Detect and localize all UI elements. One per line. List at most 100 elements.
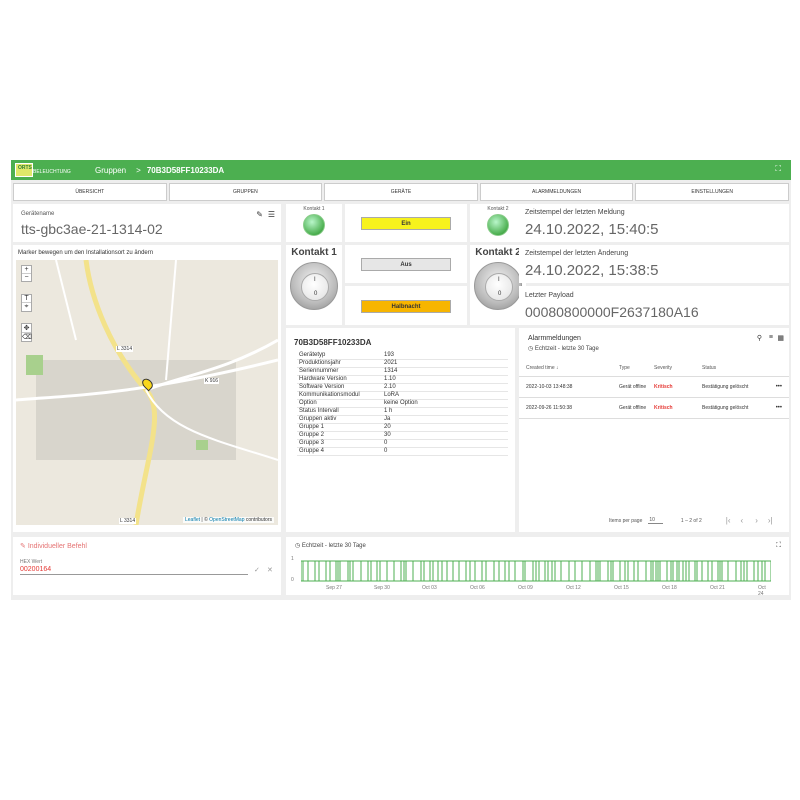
edit-toolbar: ✥ ⌫: [21, 323, 32, 342]
kontakt1-label: Kontakt 1: [303, 206, 325, 212]
ein-button[interactable]: Ein: [361, 217, 451, 230]
fullscreen-icon[interactable]: ⛶: [775, 164, 781, 174]
timeline-tick-label: Sep 30: [374, 585, 390, 591]
alarms-title: Alarmmeldungen: [528, 335, 581, 342]
info-row: Status Intervall 1 h: [297, 407, 508, 416]
columns-icon[interactable]: ▦: [777, 334, 784, 342]
eraser-tool-icon[interactable]: ⌫: [22, 332, 32, 341]
halbnacht-button[interactable]: Halbnacht: [361, 300, 451, 313]
kontakt1-lamp-card: Kontakt 1: [286, 204, 342, 242]
col-severity[interactable]: Severity: [654, 365, 702, 371]
kontakt2-status-lamp: [487, 214, 509, 236]
timeline-y-top: 1: [291, 556, 294, 562]
last-change-label: Zeitstempel der letzten Änderung: [525, 250, 629, 257]
logo-text-short: ORTS: [18, 165, 32, 171]
osm-link[interactable]: OpenStreetMap: [209, 517, 244, 523]
first-page-icon[interactable]: |‹: [726, 516, 731, 525]
info-value: 30: [382, 431, 508, 440]
device-name-card: Gerätename tts-gbc3ae-21-1314-02 ✎ ☰: [13, 204, 281, 242]
ein-card: Ein: [345, 204, 467, 242]
alarm-severity: Kritisch: [654, 384, 673, 390]
items-per-page-select[interactable]: 10: [648, 517, 663, 524]
logo[interactable]: ORTS BELEUCHTUNG: [15, 161, 73, 179]
timeline-chart: [301, 560, 771, 582]
timeline-tick-label: Oct 03: [422, 585, 437, 591]
col-status[interactable]: Status: [702, 365, 772, 371]
timeline-tick-label: Oct 18: [662, 585, 677, 591]
leaflet-link[interactable]: Leaflet: [185, 517, 200, 523]
page-range: 1 – 2 of 2: [680, 517, 702, 524]
zoom-out-button[interactable]: −: [22, 273, 31, 281]
last-payload-label: Letzter Payload: [525, 292, 574, 299]
last-page-icon[interactable]: ›|: [768, 516, 773, 525]
timeline-fullscreen-icon[interactable]: ⛶: [776, 542, 781, 550]
info-value: 1 h: [382, 407, 508, 416]
info-value: 1.10: [382, 375, 508, 384]
row-more-icon[interactable]: •••: [776, 405, 782, 411]
breadcrumb-current: 70B3D58FF10233DA: [146, 165, 225, 175]
info-key: Gruppe 3: [297, 439, 382, 448]
info-row: Gruppe 1 20: [297, 423, 508, 432]
info-row: Kommunikationsmodul LoRA: [297, 391, 508, 400]
alarms-table-header: Created time ↓ Type Severity Status: [519, 359, 789, 377]
last-message-value: 24.10.2022, 15:40:5: [525, 221, 659, 238]
info-row: Gerätetyp 193: [297, 351, 508, 360]
hex-input[interactable]: 00200164: [20, 566, 248, 575]
alarm-time: 2022-10-03 13:48:38: [526, 384, 573, 390]
confirm-icon[interactable]: ✓: [254, 566, 260, 574]
map[interactable]: + − T ⌖ ✥ ⌫ L 3314 K 916 L 3314 Leaflet …: [16, 260, 278, 525]
knob-off-mark: 0: [314, 291, 318, 297]
info-row: Gruppe 2 30: [297, 431, 508, 440]
kontakt1-status-lamp: [303, 214, 325, 236]
road-label-k916: K 916: [204, 378, 220, 384]
kontakt2-knob[interactable]: I 0: [474, 262, 522, 310]
breadcrumb-parent[interactable]: Gruppen: [95, 166, 126, 175]
table-row[interactable]: 2022-10-03 13:48:38 Gerät offline Kritis…: [519, 377, 789, 398]
info-row: Option keine Option: [297, 399, 508, 408]
alarms-subtitle-row: ◷ Echtzeit - letzte 30 Tage: [528, 345, 599, 352]
info-value: LoRA: [382, 391, 508, 400]
nav-uebersicht[interactable]: ÜBERSICHT: [13, 183, 167, 201]
filter-icon[interactable]: ≡: [769, 334, 773, 341]
nav-einstellungen[interactable]: EINSTELLUNGEN: [635, 183, 789, 201]
alarm-severity: Kritisch: [654, 405, 673, 411]
col-created-time[interactable]: Created time ↓: [526, 365, 619, 371]
cancel-icon[interactable]: ✕: [267, 566, 273, 574]
info-value: 20: [382, 423, 508, 432]
info-key: Gruppe 1: [297, 423, 382, 432]
last-payload-value: 00080800000F2637180A16: [525, 304, 699, 320]
col-type[interactable]: Type: [619, 365, 654, 371]
info-key: Gerätetyp: [297, 351, 382, 360]
nav-alarmmeldungen[interactable]: ALARMMELDUNGEN: [479, 183, 634, 201]
knob-on-mark: I: [498, 277, 500, 283]
attribution-tail: contributors: [244, 517, 272, 523]
menu-icon[interactable]: ☰: [268, 210, 275, 219]
clock-icon: ◷: [528, 346, 534, 352]
kontakt1-title: Kontakt 1: [291, 247, 337, 258]
row-more-icon[interactable]: •••: [776, 384, 782, 390]
kontakt1-knob[interactable]: I 0: [290, 262, 338, 310]
device-name-value: tts-gbc3ae-21-1314-02: [21, 221, 163, 237]
kontakt2-switch-card: Kontakt 2 I 0: [470, 245, 526, 325]
edit-icon[interactable]: ✎: [256, 210, 263, 219]
table-row[interactable]: 2022-09-26 11:50:38 Gerät offline Kritis…: [519, 398, 789, 419]
next-page-icon[interactable]: ›: [755, 516, 758, 525]
info-value: 2021: [382, 359, 508, 368]
timeline-tick-label: Oct 09: [518, 585, 533, 591]
timeline-axis: Sep 27 Sep 30 Oct 03 Oct 06 Oct 09 Oct 12 Oct …: [301, 585, 771, 597]
command-title: Individueller Befehl: [27, 543, 87, 550]
prev-page-icon[interactable]: ‹: [741, 516, 744, 525]
timeline-tick-label: Oct 15: [614, 585, 629, 591]
nav-gruppen[interactable]: GRUPPEN: [168, 183, 323, 201]
marker-tool-icon[interactable]: ⌖: [22, 302, 31, 311]
zoom-in-button[interactable]: +: [22, 266, 31, 273]
info-key: Gruppe 2: [297, 431, 382, 440]
aus-button[interactable]: Aus: [361, 258, 451, 271]
move-tool-icon[interactable]: ✥: [22, 324, 31, 332]
text-tool-icon[interactable]: T: [22, 295, 31, 302]
nav-geraete[interactable]: GERÄTE: [324, 183, 478, 201]
search-icon[interactable]: ⚲: [757, 334, 762, 342]
last-message-label: Zeitstempel der letzten Meldung: [525, 209, 625, 216]
knob-off-mark: 0: [498, 291, 502, 297]
alarm-type: Gerät offline: [619, 405, 647, 411]
